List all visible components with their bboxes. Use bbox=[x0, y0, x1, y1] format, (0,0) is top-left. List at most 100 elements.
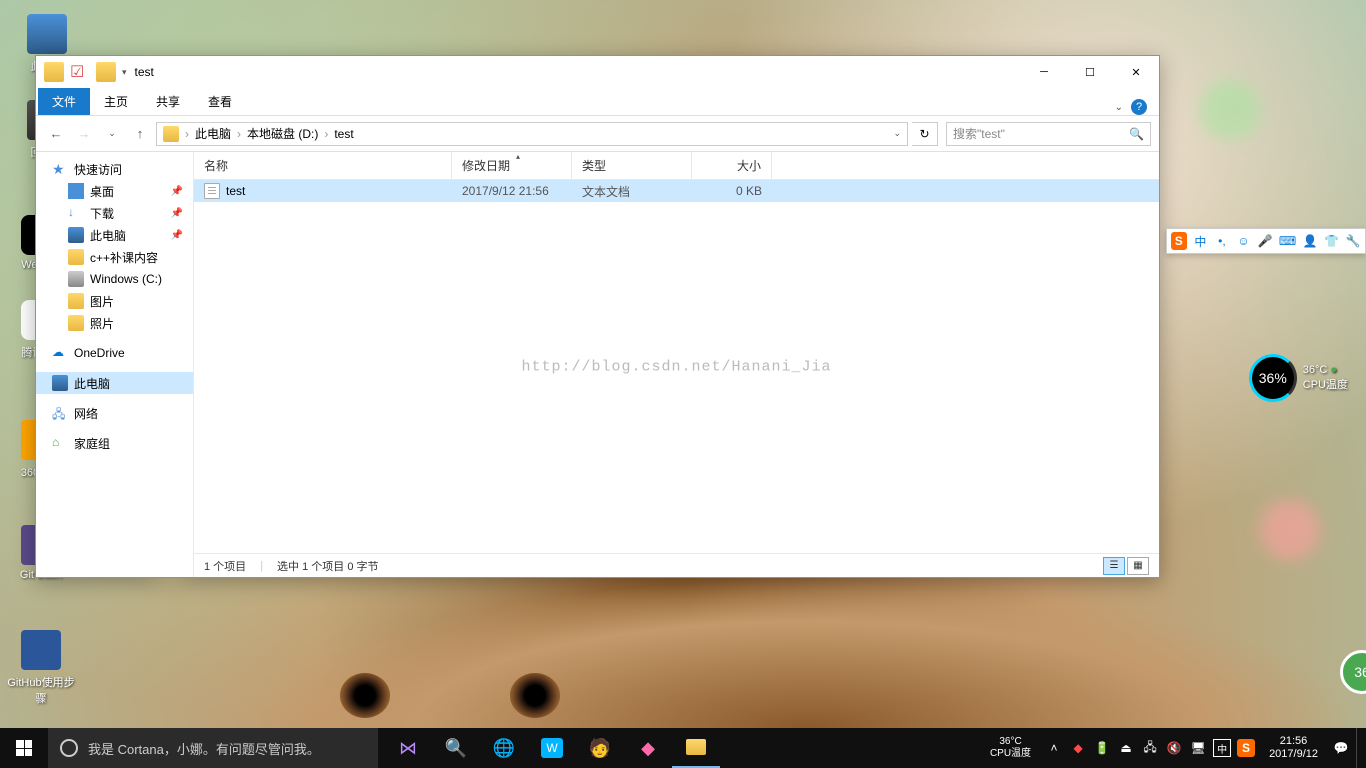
taskbar-file-explorer[interactable] bbox=[672, 728, 720, 768]
tray-monitor-icon[interactable]: 🖥 bbox=[1189, 739, 1207, 757]
nav-icon bbox=[68, 183, 84, 199]
cpu-temp-widget[interactable]: 36% 36°C ● CPU温度 bbox=[1249, 354, 1348, 402]
sidebar-item[interactable]: c++补课内容 bbox=[36, 246, 193, 268]
tray-shield-icon[interactable]: ◆ bbox=[1069, 739, 1087, 757]
ime-zhong-icon[interactable]: 中 bbox=[1193, 232, 1209, 250]
tab-share[interactable]: 共享 bbox=[142, 88, 194, 115]
text-file-icon bbox=[204, 183, 220, 199]
taskbar-clock[interactable]: 21:56 2017/9/12 bbox=[1261, 735, 1326, 761]
icons-view-button[interactable]: ▦ bbox=[1127, 557, 1149, 575]
tab-view[interactable]: 查看 bbox=[194, 88, 246, 115]
tab-home[interactable]: 主页 bbox=[90, 88, 142, 115]
sidebar-item[interactable]: ↓下载📌 bbox=[36, 202, 193, 224]
up-button[interactable]: ↑ bbox=[128, 122, 152, 146]
taskbar-apps: ⋈ 🔍 🌐 W 🧑 ◆ bbox=[384, 728, 720, 768]
pin-icon: 📌 bbox=[171, 186, 183, 197]
sidebar-item[interactable]: 照片 bbox=[36, 312, 193, 334]
column-name[interactable]: 名称 bbox=[194, 152, 452, 179]
sidebar-item[interactable]: Windows (C:) bbox=[36, 268, 193, 290]
cortana-icon bbox=[60, 739, 78, 757]
recent-locations-icon[interactable]: ⌄ bbox=[100, 122, 124, 146]
sidebar-item[interactable]: 图片 bbox=[36, 290, 193, 312]
breadcrumb-test[interactable]: test bbox=[334, 127, 353, 141]
sidebar-quick-access[interactable]: ★ 快速访问 bbox=[36, 158, 193, 180]
system-tray: 36°C CPU温度 ˄ ◆ 🔋 ⏏ 🖧 🔇 🖥 中 S 21:56 2017/… bbox=[990, 728, 1366, 768]
ime-mic-icon[interactable]: 🎤 bbox=[1257, 232, 1273, 250]
ime-punct-icon[interactable]: •, bbox=[1214, 232, 1230, 250]
breadcrumb-disk-d[interactable]: 本地磁盘 (D:) bbox=[247, 125, 318, 142]
taskbar-everything[interactable]: 🔍 bbox=[432, 728, 480, 768]
nav-icon bbox=[68, 249, 84, 265]
tray-battery-icon[interactable]: 🔋 bbox=[1093, 739, 1111, 757]
start-button[interactable] bbox=[0, 728, 48, 768]
action-center-icon[interactable]: 💬 bbox=[1332, 739, 1350, 757]
navigation-pane: ★ 快速访问 桌面📌↓下载📌此电脑📌c++补课内容Windows (C:)图片照… bbox=[36, 152, 194, 577]
refresh-button[interactable]: ↻ bbox=[912, 122, 938, 146]
address-dropdown-icon[interactable]: ⌄ bbox=[893, 128, 901, 139]
sidebar-item[interactable]: 桌面📌 bbox=[36, 180, 193, 202]
taskbar: 我是 Cortana，小娜。有问题尽管问我。 ⋈ 🔍 🌐 W 🧑 ◆ 36°C … bbox=[0, 728, 1366, 768]
ime-emoji-icon[interactable]: ☺ bbox=[1236, 232, 1252, 250]
search-icon[interactable]: 🔍 bbox=[1129, 127, 1144, 141]
star-icon: ★ bbox=[52, 161, 68, 177]
sidebar-homegroup[interactable]: ⌂ 家庭组 bbox=[36, 432, 193, 454]
address-bar[interactable]: › 此电脑 › 本地磁盘 (D:) › test ⌄ bbox=[156, 122, 908, 146]
titlebar[interactable]: ☑ ▾ test ─ ☐ ✕ bbox=[36, 56, 1159, 88]
breadcrumb-thispc[interactable]: 此电脑 bbox=[195, 125, 231, 142]
ime-user-icon[interactable]: 👤 bbox=[1302, 232, 1318, 250]
tab-file[interactable]: 文件 bbox=[38, 88, 90, 115]
taskbar-app-avatar[interactable]: 🧑 bbox=[576, 728, 624, 768]
taskbar-app-diamond[interactable]: ◆ bbox=[624, 728, 672, 768]
docx-icon bbox=[21, 630, 61, 670]
column-date[interactable]: 修改日期 bbox=[452, 152, 572, 179]
tray-temp-widget[interactable]: 36°C CPU温度 bbox=[990, 736, 1031, 760]
sogou-icon[interactable]: S bbox=[1171, 232, 1187, 250]
cpu-ring: 36% bbox=[1249, 354, 1297, 402]
tray-ime-zhong[interactable]: 中 bbox=[1213, 739, 1231, 757]
show-desktop-button[interactable] bbox=[1356, 728, 1362, 768]
column-type[interactable]: 类型 bbox=[572, 152, 692, 179]
desktop-icon-docx[interactable]: GitHub使用步骤 bbox=[4, 630, 78, 706]
selection-info: 选中 1 个项目 0 字节 bbox=[277, 558, 378, 574]
ime-settings-icon[interactable]: 🔧 bbox=[1345, 232, 1361, 250]
ribbon-tabs: 文件 主页 共享 查看 ⌄ ? bbox=[36, 88, 1159, 116]
sidebar-onedrive[interactable]: ☁ OneDrive bbox=[36, 342, 193, 364]
column-headers: ▴ 名称 修改日期 类型 大小 bbox=[194, 152, 1159, 180]
ime-skin-icon[interactable]: 👕 bbox=[1324, 232, 1340, 250]
item-count: 1 个项目 bbox=[204, 558, 246, 574]
taskbar-visual-studio[interactable]: ⋈ bbox=[384, 728, 432, 768]
tray-overflow-icon[interactable]: ˄ bbox=[1045, 739, 1063, 757]
properties-icon[interactable]: ☑ bbox=[70, 62, 90, 82]
tray-network-icon[interactable]: 🖧 bbox=[1141, 739, 1159, 757]
tray-volume-icon[interactable]: 🔇 bbox=[1165, 739, 1183, 757]
quick-access-toolbar: ☑ ▾ bbox=[44, 62, 127, 82]
ime-toolbar[interactable]: S 中 •, ☺ 🎤 ⌨ 👤 👕 🔧 bbox=[1166, 228, 1366, 254]
sidebar-item[interactable]: 此电脑📌 bbox=[36, 224, 193, 246]
nav-icon bbox=[68, 227, 84, 243]
tray-sogou-icon[interactable]: S bbox=[1237, 739, 1255, 757]
ime-keyboard-icon[interactable]: ⌨ bbox=[1279, 232, 1296, 250]
cortana-search[interactable]: 我是 Cortana，小娜。有问题尽管问我。 bbox=[48, 728, 378, 768]
watermark-text: http://blog.csdn.net/Hanani_Jia bbox=[521, 358, 831, 375]
taskbar-chrome[interactable]: 🌐 bbox=[480, 728, 528, 768]
sidebar-this-pc[interactable]: 此电脑 bbox=[36, 372, 193, 394]
forward-button[interactable]: → bbox=[72, 122, 96, 146]
search-input[interactable]: 搜索"test" 🔍 bbox=[946, 122, 1151, 146]
file-row[interactable]: test2017/9/12 21:56文本文档0 KB bbox=[194, 180, 1159, 202]
sidebar-network[interactable]: 🖧 网络 bbox=[36, 402, 193, 424]
close-button[interactable]: ✕ bbox=[1113, 56, 1159, 88]
ribbon-expand-icon[interactable]: ⌄ bbox=[1115, 102, 1123, 113]
qat-dropdown-icon[interactable]: ▾ bbox=[122, 67, 127, 78]
minimize-button[interactable]: ─ bbox=[1021, 56, 1067, 88]
tray-eject-icon[interactable]: ⏏ bbox=[1117, 739, 1135, 757]
details-view-button[interactable]: ☰ bbox=[1103, 557, 1125, 575]
column-size[interactable]: 大小 bbox=[692, 152, 772, 179]
back-button[interactable]: ← bbox=[44, 122, 68, 146]
cpu-label: 36°C ● CPU温度 bbox=[1303, 364, 1348, 392]
help-icon[interactable]: ? bbox=[1131, 99, 1147, 115]
new-folder-icon[interactable] bbox=[96, 62, 116, 82]
maximize-button[interactable]: ☐ bbox=[1067, 56, 1113, 88]
file-list[interactable]: test2017/9/12 21:56文本文档0 KB http://blog.… bbox=[194, 180, 1159, 553]
homegroup-icon: ⌂ bbox=[52, 435, 68, 451]
taskbar-app-blue[interactable]: W bbox=[528, 728, 576, 768]
